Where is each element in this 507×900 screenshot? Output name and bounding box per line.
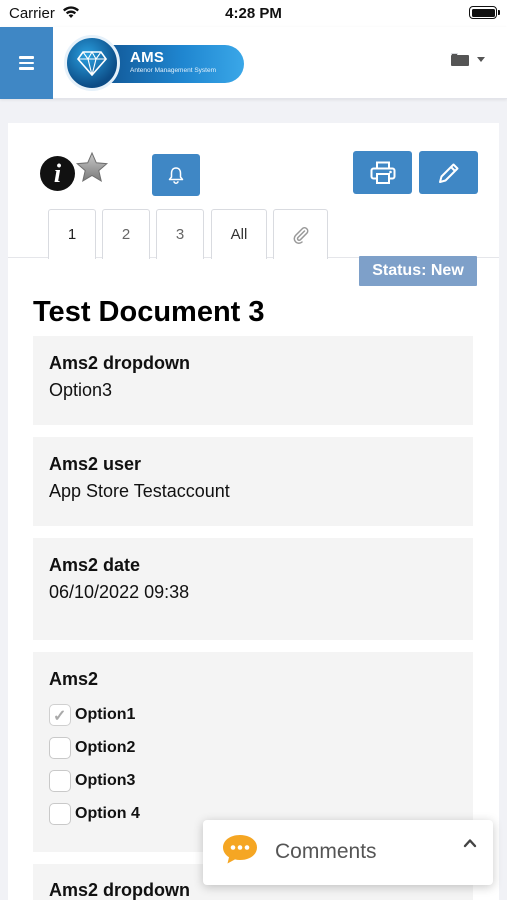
checkbox-label: Option3 <box>75 771 136 789</box>
chevron-up-icon <box>463 839 477 848</box>
checkbox-option-1[interactable]: ✓ Option1 <box>49 698 457 731</box>
logo-title: AMS <box>130 49 165 66</box>
battery-icon <box>469 6 500 19</box>
ams-logo[interactable]: AMS Antenor Management System <box>64 35 248 91</box>
tab-page-1[interactable]: 1 <box>48 209 96 259</box>
tab-attachments[interactable] <box>273 209 328 259</box>
field-dropdown: Ams2 dropdown Option3 <box>33 336 473 425</box>
folder-icon <box>451 53 469 66</box>
folder-dropdown-button[interactable] <box>451 53 485 66</box>
checkbox-label: Option 4 <box>75 804 140 822</box>
field-value: 06/10/2022 09:38 <box>49 582 190 602</box>
tab-page-3[interactable]: 3 <box>156 209 204 259</box>
checkbox-label: Option1 <box>75 705 136 723</box>
logo-subtitle: Antenor Management System <box>130 67 216 74</box>
comments-panel-toggle[interactable]: Comments <box>203 820 493 885</box>
field-date: Ams2 date 06/10/2022 09:38 <box>33 538 473 640</box>
checkbox[interactable] <box>49 802 71 825</box>
field-label: Ams2 dropdown <box>49 353 191 373</box>
checkbox[interactable] <box>49 769 71 792</box>
checkbox[interactable] <box>49 736 71 759</box>
field-label: Ams2 user <box>49 454 142 474</box>
comments-label: Comments <box>275 840 377 863</box>
field-label: Ams2 date <box>49 555 141 575</box>
checkbox-option-3[interactable]: Option3 <box>49 764 457 797</box>
notification-button[interactable] <box>152 154 200 196</box>
checkmark-icon: ✓ <box>53 707 67 725</box>
info-icon[interactable]: i <box>40 156 75 191</box>
menu-line-icon <box>19 67 34 70</box>
star-icon[interactable] <box>75 151 109 185</box>
edit-button[interactable] <box>419 151 478 194</box>
printer-icon <box>370 161 395 184</box>
checkbox-option-2[interactable]: Option2 <box>49 731 457 764</box>
menu-line-icon <box>19 61 34 65</box>
tab-page-2[interactable]: 2 <box>102 209 150 259</box>
speech-bubble-icon <box>223 835 257 864</box>
status-badge: Status: New <box>359 256 477 286</box>
caret-down-icon <box>477 57 485 62</box>
document-card: i 1 2 3 All Status: New Test Document 3 … <box>8 123 499 900</box>
checkbox[interactable]: ✓ <box>49 703 71 726</box>
checkbox-label: Option2 <box>75 738 136 756</box>
paperclip-icon <box>293 226 308 244</box>
print-button[interactable] <box>353 151 412 194</box>
app-header: AMS Antenor Management System <box>0 27 507 99</box>
hamburger-menu-button[interactable] <box>0 27 53 99</box>
tab-all[interactable]: All <box>211 209 267 259</box>
menu-line-icon <box>19 56 34 59</box>
diamond-icon <box>64 35 120 91</box>
clock: 4:28 PM <box>225 5 282 22</box>
document-title: Test Document 3 <box>33 296 265 328</box>
status-bar: Carrier 4:28 PM <box>0 0 507 27</box>
field-value: App Store Testaccount <box>49 481 230 501</box>
field-value: Option3 <box>49 380 113 400</box>
field-label: Ams2 <box>49 669 99 689</box>
pencil-icon <box>438 163 458 183</box>
field-user: Ams2 user App Store Testaccount <box>33 437 473 526</box>
bell-icon <box>168 167 184 184</box>
document-toolbar: i 1 2 3 All <box>8 123 499 259</box>
